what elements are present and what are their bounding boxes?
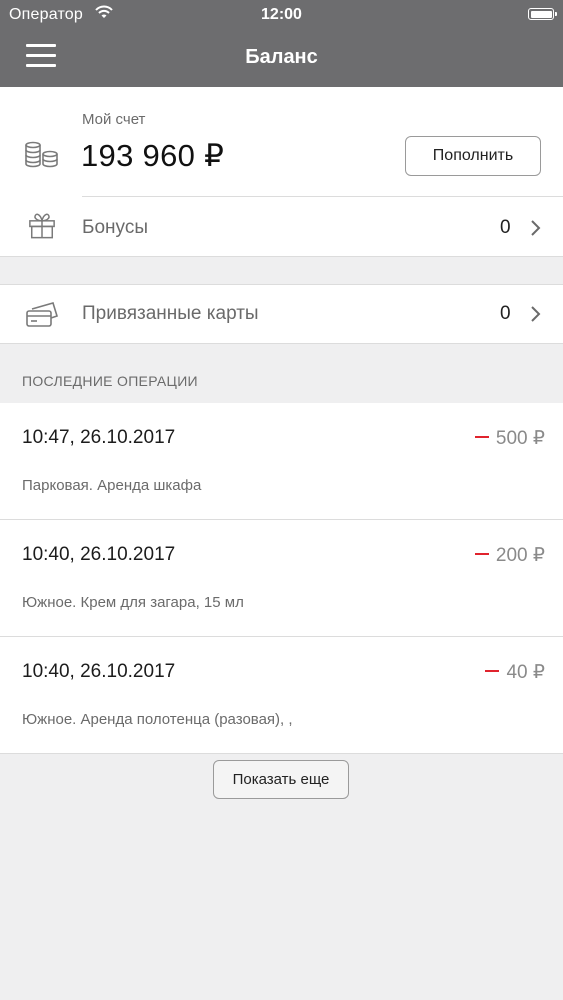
- linked-cards-row[interactable]: Привязанные карты 0: [0, 285, 563, 343]
- operation-row[interactable]: 10:40, 26.10.2017 200 ₽ Южное. Крем для …: [0, 520, 563, 636]
- operation-datetime: 10:40, 26.10.2017: [22, 544, 176, 565]
- show-more-button[interactable]: Показать еще: [213, 760, 349, 799]
- divider: [0, 343, 563, 344]
- operation-description: Южное. Аренда полотенца (разовая), ,: [22, 711, 293, 728]
- chevron-right-icon: [531, 220, 541, 236]
- section-header-recent-operations: ПОСЛЕДНИЕ ОПЕРАЦИИ: [22, 373, 198, 389]
- status-bar: Оператор 12:00: [0, 0, 563, 30]
- coins-icon: [25, 141, 58, 168]
- operation-row[interactable]: 10:47, 26.10.2017 500 ₽ Парковая. Аренда…: [0, 403, 563, 519]
- chevron-right-icon: [531, 306, 541, 322]
- minus-icon: [474, 552, 489, 556]
- operation-datetime: 10:40, 26.10.2017: [22, 661, 176, 682]
- status-time: 12:00: [261, 6, 302, 23]
- credit-card-icon: [26, 302, 58, 327]
- gift-icon: [29, 213, 55, 239]
- divider: [0, 753, 563, 754]
- operation-amount: 500 ₽: [474, 427, 545, 450]
- linked-cards-count: 0: [500, 303, 511, 324]
- minus-icon: [474, 435, 489, 439]
- operation-description: Южное. Крем для загара, 15 мл: [22, 594, 244, 611]
- account-balance: 193 960 ₽: [81, 138, 225, 173]
- minus-icon: [485, 669, 500, 673]
- page-title: Баланс: [245, 46, 318, 68]
- operation-row[interactable]: 10:40, 26.10.2017 40 ₽ Южное. Аренда пол…: [0, 637, 563, 753]
- bonuses-label: Бонусы: [82, 217, 148, 238]
- topup-button[interactable]: Пополнить: [405, 136, 541, 176]
- bonuses-count: 0: [500, 217, 511, 238]
- navigation-bar: Оператор 12:00 Баланс: [0, 0, 563, 87]
- divider: [0, 256, 563, 257]
- operation-description: Парковая. Аренда шкафа: [22, 477, 202, 494]
- bonuses-row[interactable]: Бонусы 0: [0, 197, 563, 256]
- operation-amount: 40 ₽: [485, 661, 545, 684]
- operation-datetime: 10:47, 26.10.2017: [22, 427, 176, 448]
- account-label: Мой счет: [82, 111, 146, 128]
- operation-amount: 200 ₽: [474, 544, 545, 567]
- battery-icon: [528, 8, 557, 20]
- operations-list: 10:47, 26.10.2017 500 ₽ Парковая. Аренда…: [0, 403, 563, 753]
- linked-cards-label: Привязанные карты: [82, 303, 259, 324]
